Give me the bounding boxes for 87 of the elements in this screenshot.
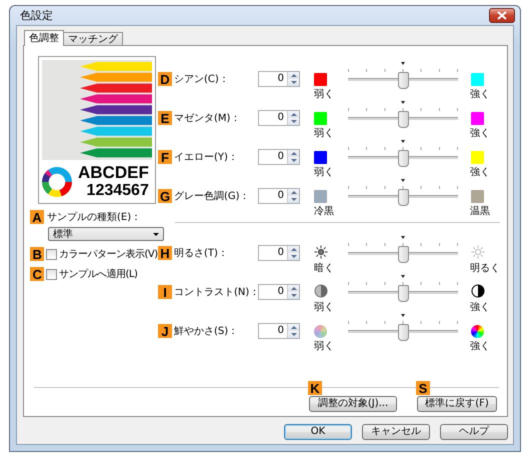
field-label: サンプルの種類(E)： <box>47 210 142 224</box>
slider-thumb[interactable] <box>398 324 409 341</box>
spin-down-button[interactable] <box>288 331 299 338</box>
tab[interactable]: マッチング <box>63 32 123 45</box>
scale-label: 冷黒 <box>314 205 335 217</box>
action-button[interactable]: 標準に戻す(F) <box>417 396 497 412</box>
close-button[interactable] <box>489 8 515 23</box>
callout-letter: C <box>30 267 44 281</box>
number-field[interactable]: 0 <box>258 110 300 126</box>
scale-label: 温黒 <box>469 205 491 217</box>
callout-letter: E <box>158 111 172 125</box>
callout-letter: S <box>416 381 430 395</box>
checkbox[interactable] <box>46 248 57 260</box>
field-label: イエロー(Y)： <box>174 151 238 164</box>
number-field[interactable]: 0 <box>258 245 300 261</box>
spin-up-button[interactable] <box>288 72 299 79</box>
color-wheel-icon <box>471 324 484 338</box>
sample-text: ABCDEF <box>78 164 149 182</box>
scale-label: 弱く <box>314 301 335 313</box>
action-button[interactable]: 調整の対象(J)... <box>309 396 397 412</box>
checkbox-label: サンプルへ適用(L) <box>59 268 138 281</box>
dialog-button[interactable]: OK <box>284 424 352 440</box>
callout-letter: A <box>30 210 44 224</box>
dialog-button[interactable]: ヘルプ <box>440 424 508 440</box>
spin-up-button[interactable] <box>288 246 299 253</box>
scale-label: 明るく <box>469 262 500 274</box>
number-field[interactable]: 0 <box>258 188 300 204</box>
spin-down-button[interactable] <box>288 118 299 125</box>
scale-label: 強く <box>469 301 491 313</box>
spin-up-button[interactable] <box>288 111 299 118</box>
sample-type-dropdown[interactable]: 標準 <box>48 227 164 241</box>
callout-letter: H <box>158 246 172 260</box>
scale-label: 強く <box>469 166 491 178</box>
slider-thumb[interactable] <box>398 285 409 302</box>
callout-letter: K <box>308 381 322 395</box>
field-label: マゼンタ(M)： <box>174 112 240 125</box>
slider-thumb[interactable] <box>398 150 409 167</box>
spin-up-button[interactable] <box>288 189 299 196</box>
spin-down-button[interactable] <box>288 79 299 86</box>
color-wheel-icon <box>42 167 72 197</box>
callout-letter: I <box>158 285 172 299</box>
callout-letter: D <box>158 72 172 86</box>
spin-down-button[interactable] <box>288 292 299 299</box>
scale-label: 強く <box>469 88 491 100</box>
caret-icon <box>153 232 159 236</box>
callout-letter: F <box>158 150 172 164</box>
close-icon <box>497 11 507 20</box>
spin-down-button[interactable] <box>288 253 299 260</box>
sun-icon <box>471 244 485 258</box>
field-label: グレー色調(G)： <box>174 190 250 203</box>
checkbox[interactable] <box>46 268 57 280</box>
callout-letter: G <box>158 189 172 203</box>
spin-up-button[interactable] <box>288 324 299 331</box>
slider-thumb[interactable] <box>398 111 409 128</box>
spin-up-button[interactable] <box>288 150 299 157</box>
field-label: コントラスト(N)： <box>174 286 260 299</box>
scale-label: 弱く <box>314 127 335 139</box>
scale-label: 暗く <box>314 262 335 274</box>
callout-letter: B <box>30 247 44 261</box>
slider-thumb[interactable] <box>398 189 409 206</box>
sample-text: 1234567 <box>86 182 149 200</box>
spin-down-button[interactable] <box>288 196 299 203</box>
scale-label: 弱く <box>314 88 335 100</box>
tab[interactable]: 色調整 <box>24 30 64 46</box>
spin-down-button[interactable] <box>288 157 299 164</box>
contrast-icon <box>471 284 485 298</box>
scale-label: 弱く <box>314 340 335 352</box>
number-field[interactable]: 0 <box>258 323 300 339</box>
sun-icon <box>314 244 328 258</box>
color-wheel-icon <box>314 324 327 338</box>
slider-thumb[interactable] <box>398 246 409 263</box>
checkbox-label: カラーパターン表示(V) <box>59 248 158 261</box>
number-field[interactable]: 0 <box>258 71 300 87</box>
field-label: 鮮やかさ(S)： <box>174 325 238 338</box>
number-field[interactable]: 0 <box>258 149 300 165</box>
slider-thumb[interactable] <box>398 72 409 89</box>
dialog-button[interactable]: キャンセル <box>362 424 430 440</box>
callout-letter: J <box>158 324 172 338</box>
field-label: 明るさ(T)： <box>174 247 228 260</box>
scale-label: 強く <box>469 340 491 352</box>
number-field[interactable]: 0 <box>258 284 300 300</box>
field-label: シアン(C)： <box>174 73 229 86</box>
scale-label: 強く <box>469 127 491 139</box>
window-title: 色設定 <box>20 8 53 23</box>
contrast-icon <box>314 284 328 298</box>
spin-up-button[interactable] <box>288 285 299 292</box>
scale-label: 弱く <box>314 166 335 178</box>
